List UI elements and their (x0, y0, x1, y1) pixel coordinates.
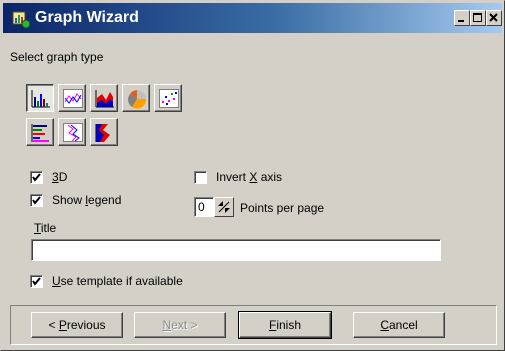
graph-type-pie-button[interactable] (122, 84, 150, 112)
title-field-label: Title (34, 221, 57, 235)
spinner-arrows-icon (218, 201, 230, 213)
graph-type-horizontal-bar-button[interactable] (26, 118, 54, 146)
scatter-chart-icon (159, 89, 179, 108)
maximize-button[interactable] (470, 10, 486, 26)
vertical-area-chart-icon (95, 124, 110, 142)
graph-type-scatter-button[interactable] (154, 84, 182, 112)
finish-button[interactable]: Finish (238, 311, 332, 339)
title-input[interactable] (31, 239, 441, 261)
title-bar[interactable]: Graph Wizard (3, 3, 502, 33)
3d-label: 3D (52, 170, 68, 184)
points-per-page-input[interactable]: 0 (194, 197, 214, 217)
points-per-page-spinner[interactable] (214, 197, 234, 217)
use-template-checkbox[interactable] (30, 275, 43, 288)
cancel-button[interactable]: Cancel (353, 312, 445, 338)
vertical-line-chart-icon (63, 123, 83, 142)
line-chart-icon (63, 89, 83, 108)
graph-type-vertical-area-button[interactable] (90, 118, 118, 146)
use-template-label: Use template if available (52, 274, 183, 288)
area-chart-icon (95, 90, 114, 108)
show-legend-label: Show legend (52, 193, 122, 207)
points-per-page-value: 0 (198, 200, 205, 214)
next-button[interactable]: Next > (134, 312, 226, 338)
checkmark-icon (32, 173, 41, 182)
close-button[interactable] (486, 10, 502, 26)
pie-chart-icon (128, 90, 147, 109)
invert-x-axis-checkbox[interactable] (194, 171, 207, 184)
3d-checkbox[interactable] (30, 171, 43, 184)
maximize-icon (473, 13, 482, 22)
minimize-icon (458, 20, 464, 22)
graph-type-vertical-line-button[interactable] (58, 118, 86, 146)
close-icon (489, 13, 498, 22)
previous-button[interactable]: < Previous (31, 312, 123, 338)
graph-type-area-button[interactable] (90, 84, 118, 112)
graph-type-line-button[interactable] (58, 84, 86, 112)
app-icon (12, 11, 31, 29)
window-title: Graph Wizard (35, 9, 139, 26)
points-per-page-label: Points per page (240, 201, 325, 215)
checkmark-icon (32, 196, 41, 205)
graph-wizard-window: Graph Wizard Select graph type 3D Show l… (0, 0, 505, 351)
horizontal-bar-chart-icon (31, 124, 49, 142)
select-graph-type-label: Select graph type (10, 50, 104, 64)
bar-chart-icon (31, 90, 50, 108)
show-legend-checkbox[interactable] (30, 194, 43, 207)
graph-type-bar-button[interactable] (26, 84, 54, 112)
invert-x-axis-label: Invert X axis (216, 170, 283, 184)
checkmark-icon (32, 277, 41, 286)
minimize-button[interactable] (454, 10, 470, 26)
